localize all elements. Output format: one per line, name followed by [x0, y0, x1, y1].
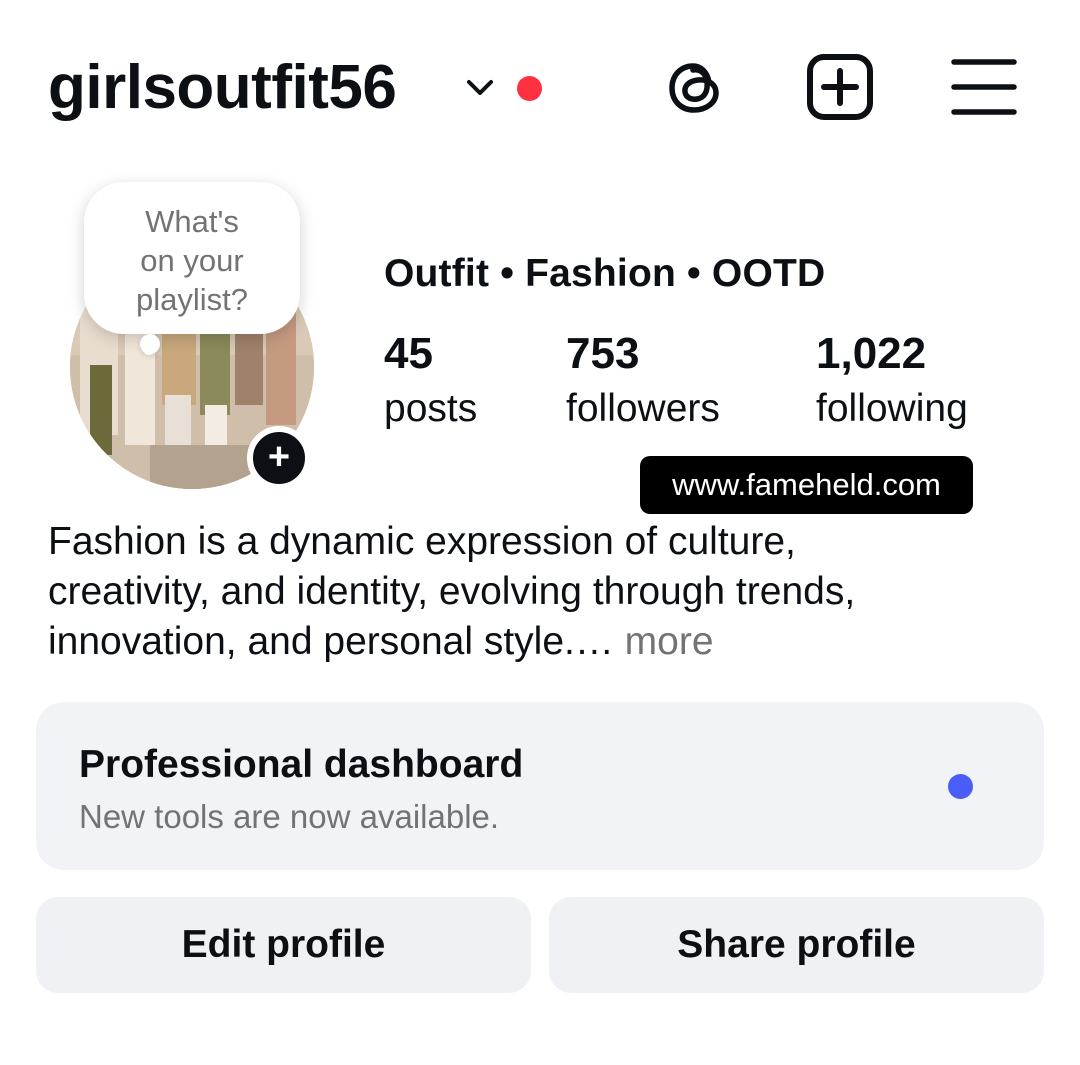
notification-dot: [517, 76, 542, 101]
watermark-label: www.fameheld.com: [640, 456, 973, 514]
stat-label: followers: [566, 387, 720, 430]
note-line-2: on your: [140, 243, 244, 278]
edit-profile-button[interactable]: Edit profile: [36, 897, 531, 993]
stat-posts[interactable]: 45 posts: [384, 326, 477, 436]
share-profile-button[interactable]: Share profile: [549, 897, 1044, 993]
note-line-3: playlist?: [136, 282, 248, 317]
stat-following[interactable]: 1,022 following: [816, 326, 968, 436]
stat-value: 45: [384, 329, 433, 378]
note-bubble[interactable]: What's on your playlist?: [84, 182, 300, 334]
professional-dashboard-card[interactable]: Professional dashboard New tools are now…: [36, 702, 1044, 870]
stat-value: 753: [566, 329, 640, 378]
threads-icon[interactable]: [660, 52, 730, 122]
new-indicator-dot: [948, 774, 973, 799]
stat-label: following: [816, 387, 968, 430]
username-title[interactable]: girlsoutfit56: [48, 52, 397, 124]
bio-line-2: creativity, and identity, evolving throu…: [48, 570, 856, 613]
add-story-button[interactable]: +: [247, 426, 311, 490]
dashboard-subtitle: New tools are now available.: [79, 798, 500, 835]
bio-line-1: Fashion is a dynamic expression of cultu…: [48, 520, 796, 563]
bio-line-3-text: innovation, and personal style.…: [48, 620, 614, 663]
chevron-down-icon[interactable]: [465, 76, 495, 100]
dashboard-title: Professional dashboard: [79, 743, 524, 786]
stat-label: posts: [384, 387, 478, 430]
note-line-1: What's: [145, 204, 239, 239]
add-square-icon[interactable]: [805, 52, 875, 122]
bio-line-3: innovation, and personal style.… more: [48, 617, 1048, 667]
profile-bio: Fashion is a dynamic expression of cultu…: [48, 517, 1048, 667]
hamburger-menu-icon[interactable]: [950, 52, 1018, 122]
profile-category: Outfit • Fashion • OOTD: [384, 252, 826, 295]
note-bubble-tail-dot: [143, 343, 155, 355]
stat-value: 1,022: [816, 329, 927, 378]
plus-icon: +: [267, 436, 291, 478]
stat-followers[interactable]: 753 followers: [566, 326, 720, 436]
bio-more-link[interactable]: more: [614, 620, 714, 663]
